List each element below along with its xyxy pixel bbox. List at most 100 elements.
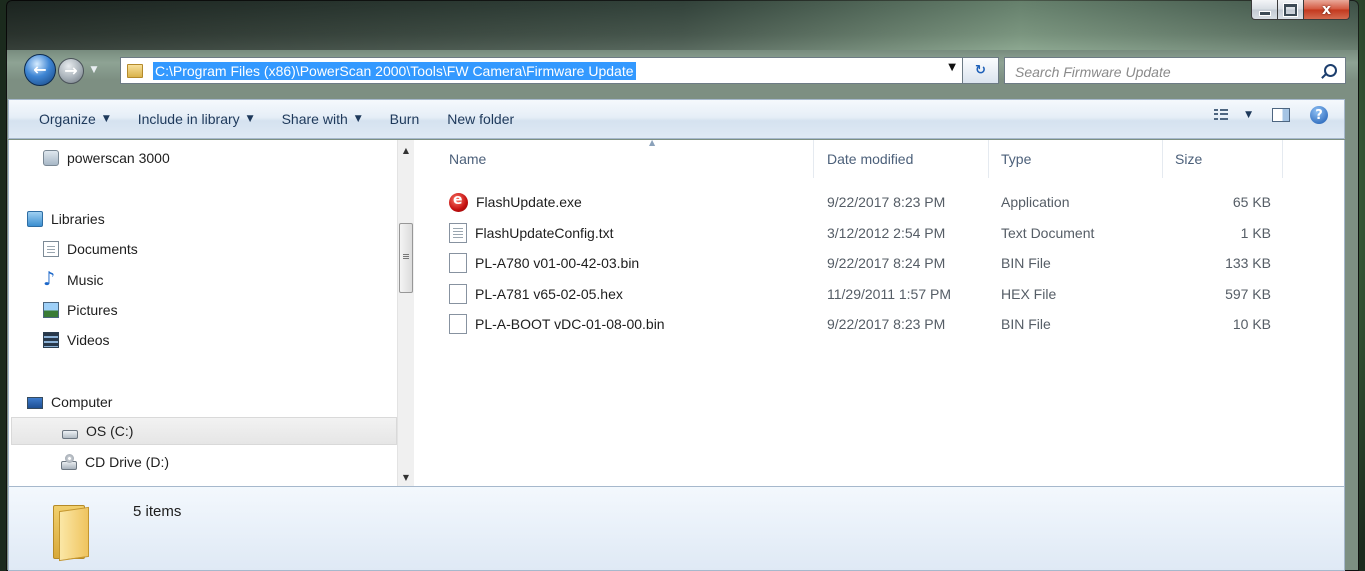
file-type: Text Document [1001, 225, 1095, 241]
command-bar: Organize ▼ Include in library ▼ Share with… [8, 99, 1345, 139]
search-input[interactable] [1013, 59, 1307, 84]
sidebar-item-label: Pictures [67, 302, 118, 318]
burn-button[interactable]: Burn [376, 104, 434, 134]
sidebar-item-label: CD Drive (D:) [85, 454, 169, 470]
sidebar-item-libraries[interactable]: Libraries [27, 205, 105, 233]
file-name: PL-A-BOOT vDC-01-08-00.bin [475, 316, 665, 332]
address-path[interactable]: C:\Program Files (x86)\PowerScan 2000\To… [153, 61, 636, 80]
generic-file-icon [449, 253, 467, 273]
sidebar-item-music[interactable]: Music [43, 266, 104, 294]
sidebar-item-label: OS (C:) [86, 423, 134, 439]
table-row[interactable]: PL-A781 v65-02-05.hex 11/29/2011 1:57 PM… [415, 279, 1285, 309]
hard-drive-icon [62, 429, 78, 439]
sidebar-item-label: powerscan 3000 [67, 150, 170, 166]
forward-arrow-icon: → [64, 61, 78, 80]
address-bar[interactable]: C:\Program Files (x86)\PowerScan 2000\To… [120, 57, 963, 84]
content-area: powerscan 3000 Libraries Documents Music… [8, 138, 1345, 486]
sidebar-item-label: Libraries [51, 211, 105, 227]
refresh-icon: ↻ [975, 63, 986, 78]
maximize-button[interactable] [1278, 0, 1304, 20]
close-button[interactable]: x [1304, 0, 1350, 20]
documents-icon [43, 241, 59, 257]
chevron-down-icon: ▼ [1245, 110, 1252, 120]
details-pane: 5 items [8, 486, 1345, 571]
sidebar-item-label: Videos [67, 332, 110, 348]
scroll-up-icon[interactable]: ▲ [398, 142, 414, 159]
file-name: PL-A780 v01-00-42-03.bin [475, 255, 640, 271]
file-type: Application [1001, 194, 1070, 210]
refresh-button[interactable]: ↻ [963, 57, 999, 84]
sidebar-item-pictures[interactable]: Pictures [43, 296, 118, 324]
organize-menu[interactable]: Organize ▼ [9, 104, 124, 134]
chevron-down-icon: ▼ [354, 114, 362, 124]
file-date: 9/22/2017 8:23 PM [827, 194, 946, 210]
sidebar-item-computer[interactable]: Computer [27, 388, 112, 416]
file-date: 11/29/2011 1:57 PM [827, 286, 952, 302]
folder-icon [53, 499, 89, 562]
minimize-button[interactable] [1251, 0, 1278, 20]
search-box[interactable] [1004, 57, 1346, 84]
folder-icon [127, 63, 143, 78]
file-list: Name ▲ Date modified Type Size FlashUpda… [415, 138, 1344, 486]
file-size: 65 KB [1232, 194, 1271, 210]
computer-icon [27, 397, 43, 409]
search-icon[interactable] [1324, 64, 1337, 77]
navigation-scrollbar[interactable]: ▲ ▼ [397, 140, 414, 486]
share-with-menu[interactable]: Share with ▼ [268, 104, 376, 134]
scrollbar-thumb[interactable] [399, 223, 413, 293]
file-name-cell: FlashUpdate.exe [449, 187, 582, 217]
table-row[interactable]: FlashUpdate.exe 9/22/2017 8:23 PM Applic… [415, 187, 1285, 217]
chevron-down-icon: ▼ [246, 114, 254, 124]
close-icon: x [1321, 1, 1332, 18]
caption-buttons: x [1251, 0, 1350, 20]
help-icon[interactable]: ? [1310, 106, 1328, 124]
command-bar-right: ▼ ? [1214, 106, 1328, 124]
column-header-name[interactable]: Name ▲ [439, 138, 814, 178]
file-date: 3/12/2012 2:54 PM [827, 225, 946, 241]
generic-file-icon [449, 314, 467, 334]
column-header-label: Size [1175, 151, 1203, 167]
title-bar [6, 0, 1359, 50]
sidebar-item-label: Documents [67, 241, 138, 257]
sidebar-item-cd-drive[interactable]: CD Drive (D:) [61, 448, 169, 476]
address-dropdown-icon[interactable]: ▼ [948, 62, 956, 73]
application-icon [449, 192, 468, 212]
change-view-button[interactable]: ▼ [1214, 109, 1252, 121]
column-header-label: Date modified [827, 151, 914, 167]
file-size: 597 KB [1225, 286, 1271, 302]
sidebar-item-os-c[interactable]: OS (C:) [11, 417, 397, 445]
file-size: 1 KB [1240, 225, 1271, 241]
table-row[interactable]: PL-A780 v01-00-42-03.bin 9/22/2017 8:24 … [415, 248, 1285, 278]
recent-pages-dropdown[interactable]: ▼ [87, 63, 101, 77]
preview-pane-icon[interactable] [1272, 108, 1290, 122]
scroll-down-icon[interactable]: ▼ [398, 469, 414, 486]
maximize-icon [1284, 3, 1297, 16]
file-size: 133 KB [1225, 255, 1271, 271]
file-date: 9/22/2017 8:24 PM [827, 255, 946, 271]
sidebar-item-videos[interactable]: Videos [43, 326, 110, 354]
file-name: PL-A781 v65-02-05.hex [475, 286, 623, 302]
file-name-cell: PL-A780 v01-00-42-03.bin [449, 248, 639, 278]
sidebar-item-label: Computer [51, 394, 113, 410]
chevron-down-icon: ▼ [102, 114, 110, 124]
file-type: BIN File [1001, 316, 1051, 332]
file-date: 9/22/2017 8:23 PM [827, 316, 946, 332]
forward-button[interactable]: → [58, 58, 84, 84]
sidebar-item-documents[interactable]: Documents [43, 235, 138, 263]
column-header-date[interactable]: Date modified [817, 140, 989, 178]
share-with-label: Share with [281, 111, 348, 127]
sidebar-item-powerscan[interactable]: powerscan 3000 [43, 144, 170, 172]
new-folder-button[interactable]: New folder [433, 104, 528, 134]
table-row[interactable]: PL-A-BOOT vDC-01-08-00.bin 9/22/2017 8:2… [415, 309, 1285, 339]
column-header-size[interactable]: Size [1165, 140, 1283, 178]
table-row[interactable]: FlashUpdateConfig.txt 3/12/2012 2:54 PM … [415, 218, 1285, 248]
file-size: 10 KB [1232, 316, 1271, 332]
sidebar-item-label: Music [67, 272, 104, 288]
sort-ascending-icon: ▲ [649, 138, 656, 147]
include-in-library-menu[interactable]: Include in library ▼ [124, 104, 268, 134]
back-button[interactable]: ← [24, 54, 56, 86]
views-icon [1214, 109, 1229, 121]
file-name-cell: PL-A-BOOT vDC-01-08-00.bin [449, 309, 665, 339]
column-headers: Name ▲ Date modified Type Size [415, 138, 1285, 178]
column-header-type[interactable]: Type [991, 140, 1163, 178]
